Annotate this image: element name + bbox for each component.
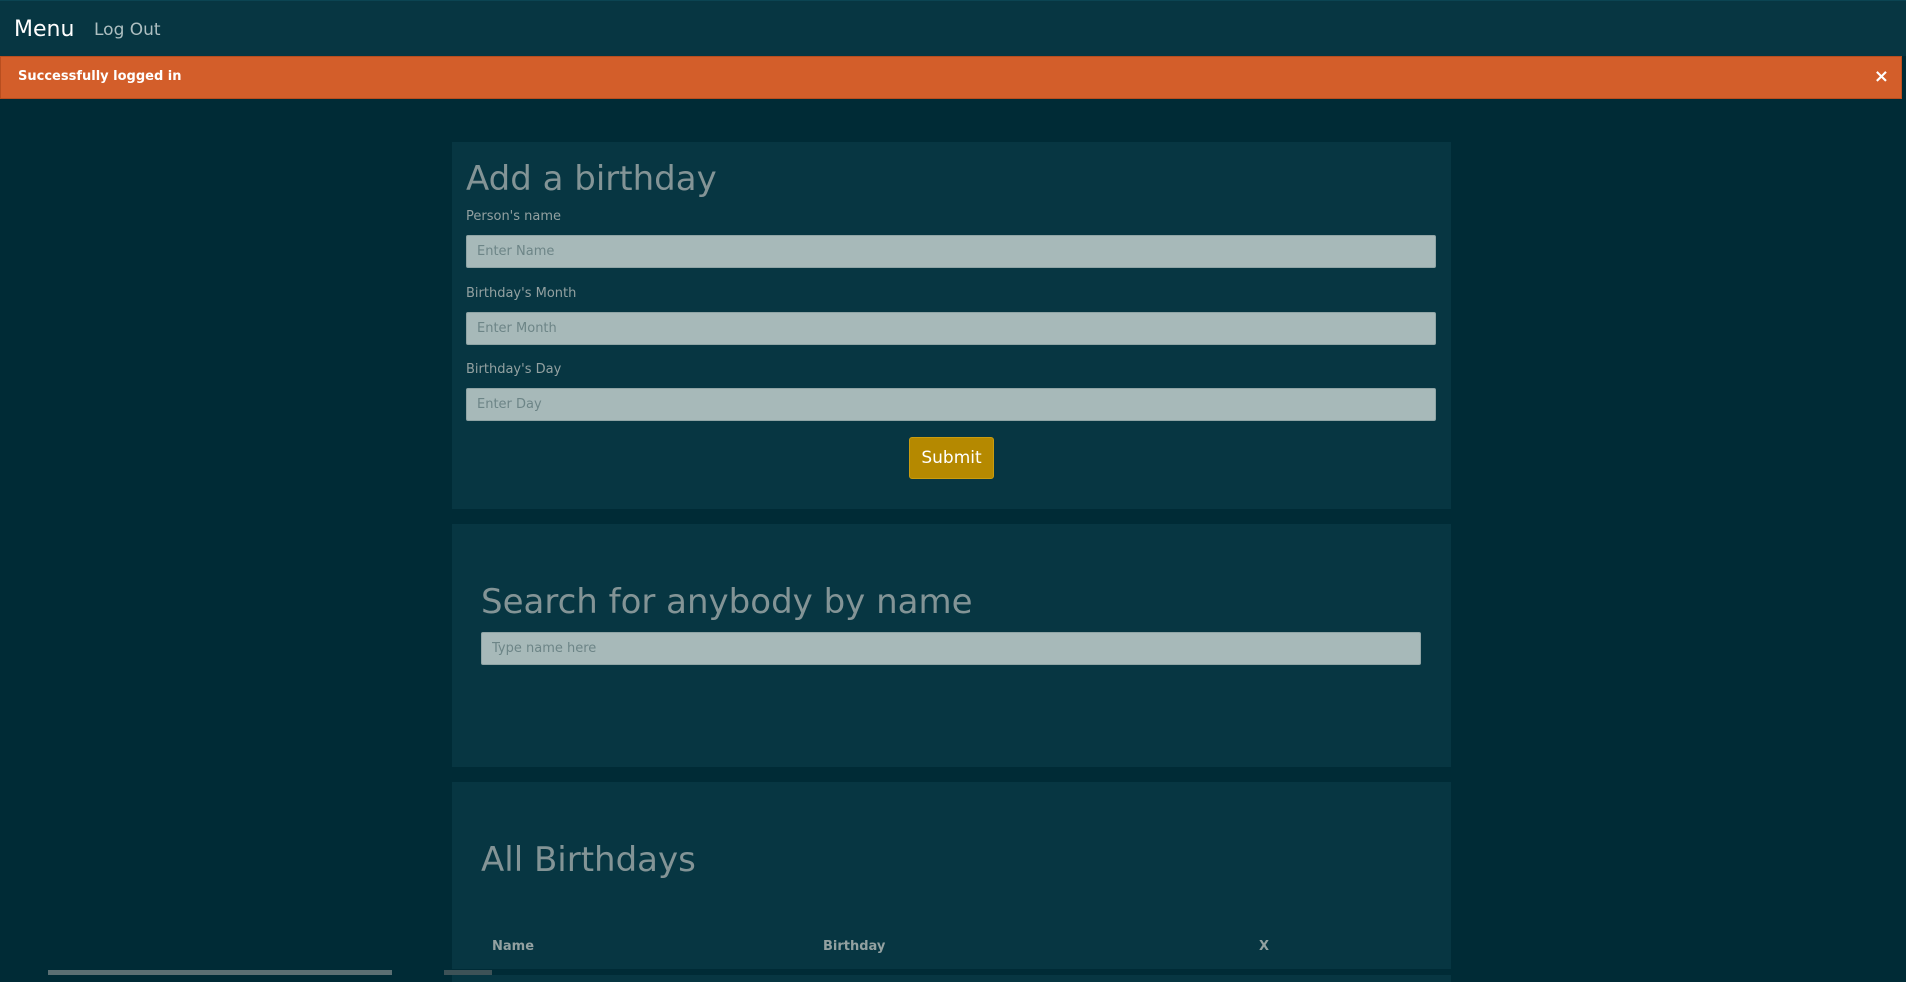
column-header-birthday: Birthday <box>823 939 886 954</box>
add-birthday-title: Add a birthday <box>466 159 717 199</box>
top-navbar: Menu Log Out <box>0 0 1906 56</box>
logout-link[interactable]: Log Out <box>94 20 161 40</box>
day-input[interactable] <box>466 388 1436 421</box>
name-input[interactable] <box>466 235 1436 268</box>
all-birthdays-panel: All Birthdays Name Birthday X <box>452 782 1451 982</box>
menu-link[interactable]: Menu <box>14 17 74 42</box>
add-birthday-panel: Add a birthday Person's name Birthday's … <box>452 142 1451 509</box>
scrollbar-thumb-secondary[interactable] <box>444 970 492 975</box>
scrollbar-thumb[interactable] <box>48 970 392 975</box>
search-input[interactable] <box>481 632 1421 665</box>
name-label: Person's name <box>466 209 562 224</box>
column-header-delete: X <box>1259 939 1270 954</box>
submit-button[interactable]: Submit <box>909 437 994 479</box>
close-icon[interactable]: × <box>1874 66 1889 87</box>
search-title: Search for anybody by name <box>481 582 973 622</box>
day-label: Birthday's Day <box>466 362 562 377</box>
month-label: Birthday's Month <box>466 286 577 301</box>
column-header-name: Name <box>492 939 535 954</box>
all-birthdays-title: All Birthdays <box>481 840 696 880</box>
success-alert: Successfully logged in × <box>0 56 1902 99</box>
alert-message: Successfully logged in <box>18 69 182 84</box>
month-input[interactable] <box>466 312 1436 345</box>
search-panel: Search for anybody by name <box>452 524 1451 767</box>
